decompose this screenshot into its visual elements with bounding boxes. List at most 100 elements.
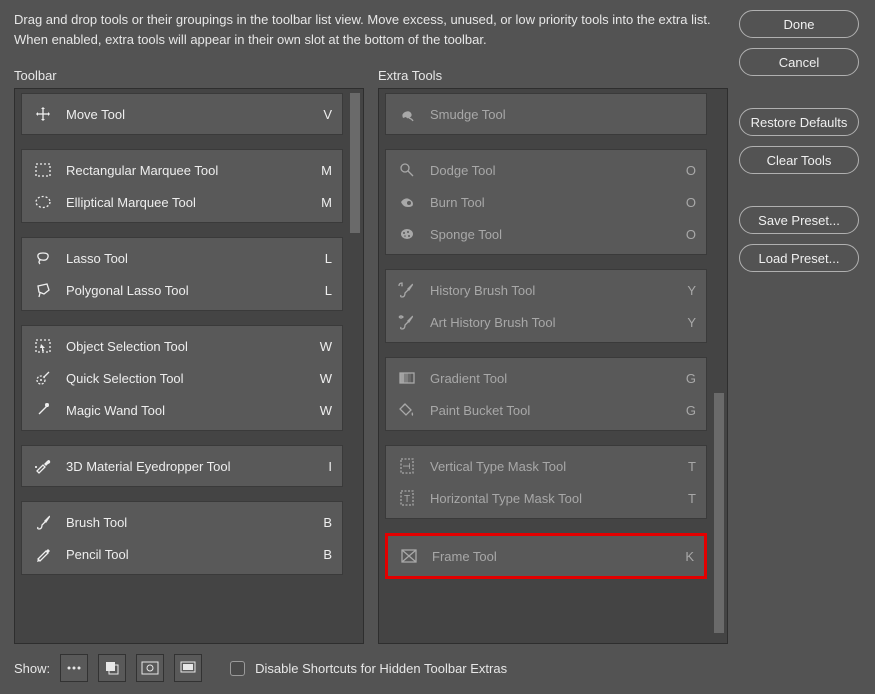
eyedropper-3d-icon	[32, 457, 54, 475]
tool-row[interactable]: Paint Bucket ToolG	[386, 394, 706, 426]
tool-group[interactable]: Smudge Tool	[385, 93, 707, 135]
lasso-icon	[32, 249, 54, 267]
tool-shortcut-label: T	[676, 491, 696, 506]
cancel-button[interactable]: Cancel	[739, 48, 859, 76]
tool-row[interactable]: Polygonal Lasso ToolL	[22, 274, 342, 306]
tool-name-label: Brush Tool	[66, 515, 312, 530]
show-option-screenmode[interactable]	[174, 654, 202, 682]
toolbar-panel: Move ToolVRectangular Marquee ToolMEllip…	[14, 88, 364, 644]
tool-row[interactable]: 3D Material Eyedropper ToolI	[22, 450, 342, 482]
history-brush-icon	[396, 281, 418, 299]
tool-shortcut-label: V	[312, 107, 332, 122]
rect-marquee-icon	[32, 161, 54, 179]
tool-name-label: 3D Material Eyedropper Tool	[66, 459, 312, 474]
extra-panel: Smudge ToolDodge ToolOBurn ToolOSponge T…	[378, 88, 728, 644]
tool-row[interactable]: Sponge ToolO	[386, 218, 706, 250]
extra-list[interactable]: Smudge ToolDodge ToolOBurn ToolOSponge T…	[383, 93, 709, 639]
dodge-icon	[396, 161, 418, 179]
tool-shortcut-label: T	[676, 459, 696, 474]
tool-group[interactable]: TVertical Type Mask ToolTTHorizontal Typ…	[385, 445, 707, 519]
tool-row[interactable]: THorizontal Type Mask ToolT	[386, 482, 706, 514]
tool-name-label: Rectangular Marquee Tool	[66, 163, 312, 178]
tool-group[interactable]: Lasso ToolLPolygonal Lasso ToolL	[21, 237, 343, 311]
tool-row[interactable]: Lasso ToolL	[22, 242, 342, 274]
load-preset-button[interactable]: Load Preset...	[739, 244, 859, 272]
tool-shortcut-label: B	[312, 547, 332, 562]
tool-name-label: Magic Wand Tool	[66, 403, 312, 418]
tool-name-label: Dodge Tool	[430, 163, 676, 178]
toolbar-section-label: Toolbar	[14, 68, 57, 83]
tool-shortcut-label: M	[312, 163, 332, 178]
tool-row[interactable]: Object Selection ToolW	[22, 330, 342, 362]
tool-row[interactable]: Elliptical Marquee ToolM	[22, 186, 342, 218]
tool-name-label: Polygonal Lasso Tool	[66, 283, 312, 298]
tool-name-label: Sponge Tool	[430, 227, 676, 242]
tool-shortcut-label: W	[312, 339, 332, 354]
tool-row[interactable]: Burn ToolO	[386, 186, 706, 218]
tool-shortcut-label: G	[676, 403, 696, 418]
tool-shortcut-label: O	[676, 195, 696, 210]
tool-row[interactable]: Art History Brush ToolY	[386, 306, 706, 338]
tool-row[interactable]: History Brush ToolY	[386, 274, 706, 306]
tool-row[interactable]: Pencil ToolB	[22, 538, 342, 570]
done-button[interactable]: Done	[739, 10, 859, 38]
tool-shortcut-label: W	[312, 403, 332, 418]
move-icon	[32, 105, 54, 123]
smudge-icon	[396, 105, 418, 123]
tool-name-label: Gradient Tool	[430, 371, 676, 386]
extra-scrollbar-thumb[interactable]	[714, 393, 724, 633]
tool-name-label: Paint Bucket Tool	[430, 403, 676, 418]
toolbar-scrollbar[interactable]	[350, 93, 360, 639]
tool-shortcut-label: L	[312, 283, 332, 298]
tool-name-label: Elliptical Marquee Tool	[66, 195, 312, 210]
show-option-quickmask[interactable]	[136, 654, 164, 682]
tool-row[interactable]: Magic Wand ToolW	[22, 394, 342, 426]
tool-name-label: Horizontal Type Mask Tool	[430, 491, 676, 506]
show-option-fg-bg[interactable]	[98, 654, 126, 682]
clear-tools-button[interactable]: Clear Tools	[739, 146, 859, 174]
disable-shortcuts-checkbox[interactable]	[230, 661, 245, 676]
tool-name-label: Art History Brush Tool	[430, 315, 676, 330]
tool-group[interactable]: Dodge ToolOBurn ToolOSponge ToolO	[385, 149, 707, 255]
tool-group[interactable]: Frame ToolK	[385, 533, 707, 579]
tool-row[interactable]: Move ToolV	[22, 98, 342, 130]
tool-name-label: Lasso Tool	[66, 251, 312, 266]
tool-shortcut-label: Y	[676, 315, 696, 330]
disable-shortcuts-label: Disable Shortcuts for Hidden Toolbar Ext…	[255, 661, 507, 676]
tool-row[interactable]: Dodge ToolO	[386, 154, 706, 186]
tool-row[interactable]: Quick Selection ToolW	[22, 362, 342, 394]
tool-group[interactable]: Gradient ToolGPaint Bucket ToolG	[385, 357, 707, 431]
burn-icon	[396, 193, 418, 211]
tool-row[interactable]: Brush ToolB	[22, 506, 342, 538]
tool-name-label: Smudge Tool	[430, 107, 676, 122]
tool-shortcut-label: Y	[676, 283, 696, 298]
tool-group[interactable]: Brush ToolBPencil ToolB	[21, 501, 343, 575]
tool-row[interactable]: Smudge Tool	[386, 98, 706, 130]
instructions-text: Drag and drop tools or their groupings i…	[14, 10, 714, 49]
tool-name-label: Object Selection Tool	[66, 339, 312, 354]
button-column: Done Cancel Restore Defaults Clear Tools…	[739, 10, 861, 272]
tool-shortcut-label: B	[312, 515, 332, 530]
tool-shortcut-label: G	[676, 371, 696, 386]
tool-row[interactable]: Frame ToolK	[388, 540, 704, 572]
tool-group[interactable]: Rectangular Marquee ToolMElliptical Marq…	[21, 149, 343, 223]
tool-shortcut-label: I	[312, 459, 332, 474]
save-preset-button[interactable]: Save Preset...	[739, 206, 859, 234]
tool-name-label: Move Tool	[66, 107, 312, 122]
paint-bucket-icon	[396, 401, 418, 419]
tool-row[interactable]: TVertical Type Mask ToolT	[386, 450, 706, 482]
tool-group[interactable]: Move ToolV	[21, 93, 343, 135]
tool-row[interactable]: Rectangular Marquee ToolM	[22, 154, 342, 186]
tool-group[interactable]: 3D Material Eyedropper ToolI	[21, 445, 343, 487]
restore-defaults-button[interactable]: Restore Defaults	[739, 108, 859, 136]
toolbar-scrollbar-thumb[interactable]	[350, 93, 360, 233]
toolbar-list[interactable]: Move ToolVRectangular Marquee ToolMEllip…	[19, 93, 345, 639]
frame-icon	[398, 547, 420, 565]
art-history-brush-icon	[396, 313, 418, 331]
extra-scrollbar[interactable]	[714, 93, 724, 639]
show-option-ellipsis[interactable]	[60, 654, 88, 682]
tool-row[interactable]: Gradient ToolG	[386, 362, 706, 394]
tool-shortcut-label: K	[674, 549, 694, 564]
tool-group[interactable]: History Brush ToolYArt History Brush Too…	[385, 269, 707, 343]
tool-group[interactable]: Object Selection ToolWQuick Selection To…	[21, 325, 343, 431]
